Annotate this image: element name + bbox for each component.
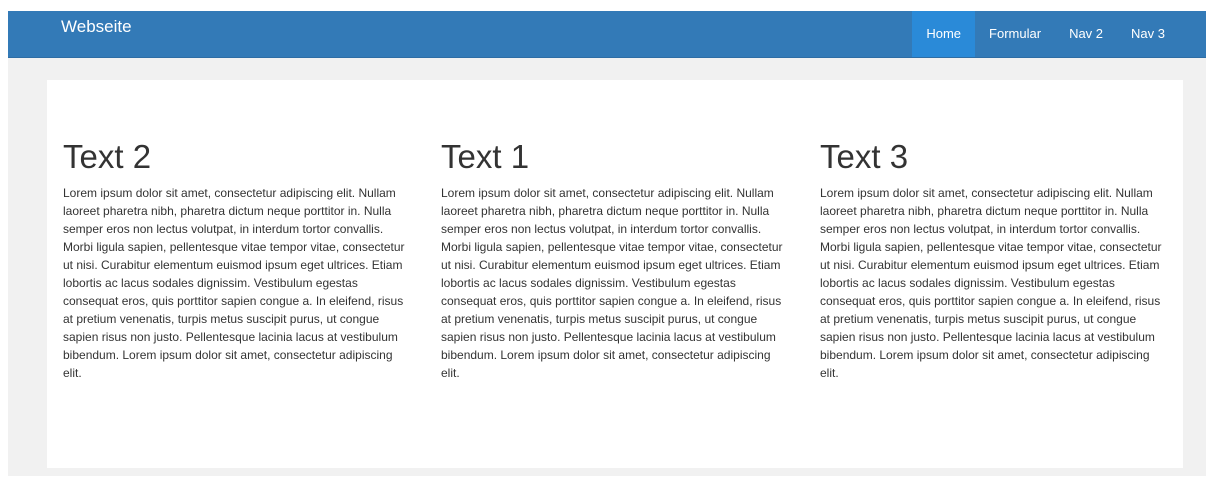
nav-link-home[interactable]: Home <box>912 11 976 57</box>
nav-item-home: Home <box>912 11 976 57</box>
nav-item-formular: Formular <box>975 11 1055 57</box>
text-column-2: Text 1 Lorem ipsum dolor sit amet, conse… <box>441 138 791 382</box>
column-heading: Text 3 <box>820 138 909 175</box>
column-body: Lorem ipsum dolor sit amet, consectetur … <box>820 186 1162 380</box>
content-panel: Text 2 Lorem ipsum dolor sit amet, conse… <box>47 80 1183 468</box>
brand-link[interactable]: Webseite <box>61 17 132 37</box>
column-heading: Text 1 <box>441 138 530 175</box>
nav-item-nav-2: Nav 2 <box>1055 11 1117 57</box>
text-column-1: Text 2 Lorem ipsum dolor sit amet, conse… <box>63 138 413 382</box>
nav-menu: Home Formular Nav 2 Nav 3 <box>912 11 1179 57</box>
nav-link-nav-3[interactable]: Nav 3 <box>1117 11 1179 57</box>
nav-link-nav-2[interactable]: Nav 2 <box>1055 11 1117 57</box>
nav-item-nav-3: Nav 3 <box>1117 11 1179 57</box>
top-navbar: Webseite Home Formular Nav 2 Nav 3 <box>8 11 1206 58</box>
nav-link-formular[interactable]: Formular <box>975 11 1055 57</box>
column-body: Lorem ipsum dolor sit amet, consectetur … <box>63 186 405 380</box>
text-column-3: Text 3 Lorem ipsum dolor sit amet, conse… <box>820 138 1170 382</box>
column-body: Lorem ipsum dolor sit amet, consectetur … <box>441 186 783 380</box>
column-heading: Text 2 <box>63 138 152 175</box>
page-background: Webseite Home Formular Nav 2 Nav 3 Text … <box>8 11 1206 476</box>
